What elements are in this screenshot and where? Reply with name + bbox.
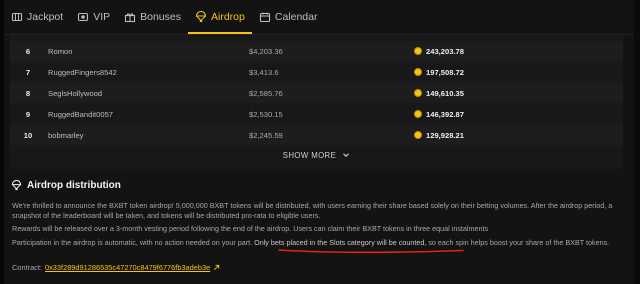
tab-label: Calendar (274, 11, 318, 23)
rank-cell: 6 (25, 46, 31, 56)
wagered-cell: $4,203.36 (249, 46, 283, 56)
coin-icon (414, 68, 422, 76)
rank-cell: 7 (25, 67, 31, 77)
prize-value: 129,928.21 (426, 130, 465, 140)
tab-vip[interactable]: VIP (70, 0, 117, 34)
tab-calendar[interactable]: Calendar (252, 0, 325, 34)
tab-jackpot[interactable]: Jackpot (4, 0, 70, 34)
section-heading: Airdrop distribution (11, 180, 121, 191)
table-row: 9 RuggedBandit0057 $2,530.15 146,392.87 (10, 104, 623, 124)
table-row: 8 SeglsHollywood $2,585.76 149,610.35 (10, 83, 623, 103)
show-more-label: SHOW MORE (282, 150, 337, 160)
external-link-icon[interactable] (213, 264, 220, 271)
coin-icon (414, 110, 422, 118)
username-cell: RuggedFingers8542 (48, 67, 117, 77)
coin-icon (414, 89, 422, 97)
calendar-icon (259, 11, 271, 23)
prize-value: 149,610.35 (426, 88, 465, 98)
prize-value: 146,392.87 (426, 109, 465, 119)
tab-label: Bonuses (140, 11, 181, 23)
prize-cell: 146,392.87 (414, 110, 464, 119)
prize-cell: 197,508.72 (414, 68, 464, 77)
red-annotation-underline (278, 249, 464, 254)
tab-label: VIP (93, 11, 111, 23)
top-navigation: Jackpot VIP Bonuses Airdrop Calendar (4, 0, 634, 35)
prize-value: 243,203.78 (426, 46, 465, 56)
rank-cell: 8 (25, 88, 31, 98)
participation-text-end: , so each spin helps boost your share of… (424, 238, 610, 247)
prize-cell: 243,203.78 (414, 47, 464, 56)
prize-value: 197,508.72 (426, 67, 465, 77)
table-row: 6 Romon $4,203.36 243,203.78 (10, 41, 623, 61)
slots-highlight: Only bets placed in the Slots category w… (254, 238, 425, 247)
table-row: 7 RuggedFingers8542 $3,413.6 197,508.72 (10, 62, 623, 82)
username-cell: Romon (48, 46, 73, 56)
wagered-cell: $2,530.15 (249, 109, 283, 119)
prize-cell: 129,928.21 (414, 131, 464, 140)
username-cell: RuggedBandit0057 (48, 109, 114, 119)
wagered-cell: $2,585.76 (249, 88, 283, 98)
wagered-cell: $2,245.59 (249, 130, 283, 140)
tab-bonuses[interactable]: Bonuses (117, 0, 188, 34)
username-cell: SeglsHollywood (48, 88, 103, 98)
wagered-cell: $3,413.6 (249, 67, 279, 77)
username-cell: bobmarley (48, 130, 84, 140)
tab-label: Jackpot (27, 11, 64, 23)
contract-address-link[interactable]: 0x33f289d91286535c47270c8479f6776fb3adeb… (45, 263, 210, 272)
gift-icon (124, 11, 136, 23)
show-more-button[interactable]: SHOW MORE (10, 146, 623, 164)
paragraph-vesting: Rewards will be released over a 3-month … (12, 224, 489, 233)
rank-cell: 9 (25, 109, 31, 119)
coin-icon (414, 47, 422, 55)
chevron-down-icon (343, 153, 350, 157)
paragraph-intro: We're thrilled to announce the BXBT toke… (12, 201, 613, 220)
vip-icon (77, 11, 89, 23)
table-row: 10 bobmarley $2,245.59 129,928.21 (10, 125, 623, 145)
jackpot-icon (11, 11, 23, 23)
contract-label: Contract: (12, 263, 42, 272)
airdrop-icon (11, 180, 22, 191)
section-title: Airdrop distribution (27, 180, 121, 191)
coin-icon (414, 131, 422, 139)
tab-label: Airdrop (211, 11, 245, 23)
participation-text: Participation in the airdrop is automati… (12, 238, 255, 247)
window-right-edge (634, 0, 640, 284)
contract-line: Contract: 0x33f289d91286535c47270c8479f6… (12, 263, 220, 272)
leaderboard-table: 6 Romon $4,203.36 243,203.78 7 RuggedFin… (10, 34, 623, 169)
window-left-edge (0, 0, 4, 284)
airdrop-icon (195, 11, 207, 23)
rank-cell: 10 (23, 130, 33, 140)
tab-airdrop[interactable]: Airdrop (188, 0, 252, 34)
prize-cell: 149,610.35 (414, 89, 464, 98)
